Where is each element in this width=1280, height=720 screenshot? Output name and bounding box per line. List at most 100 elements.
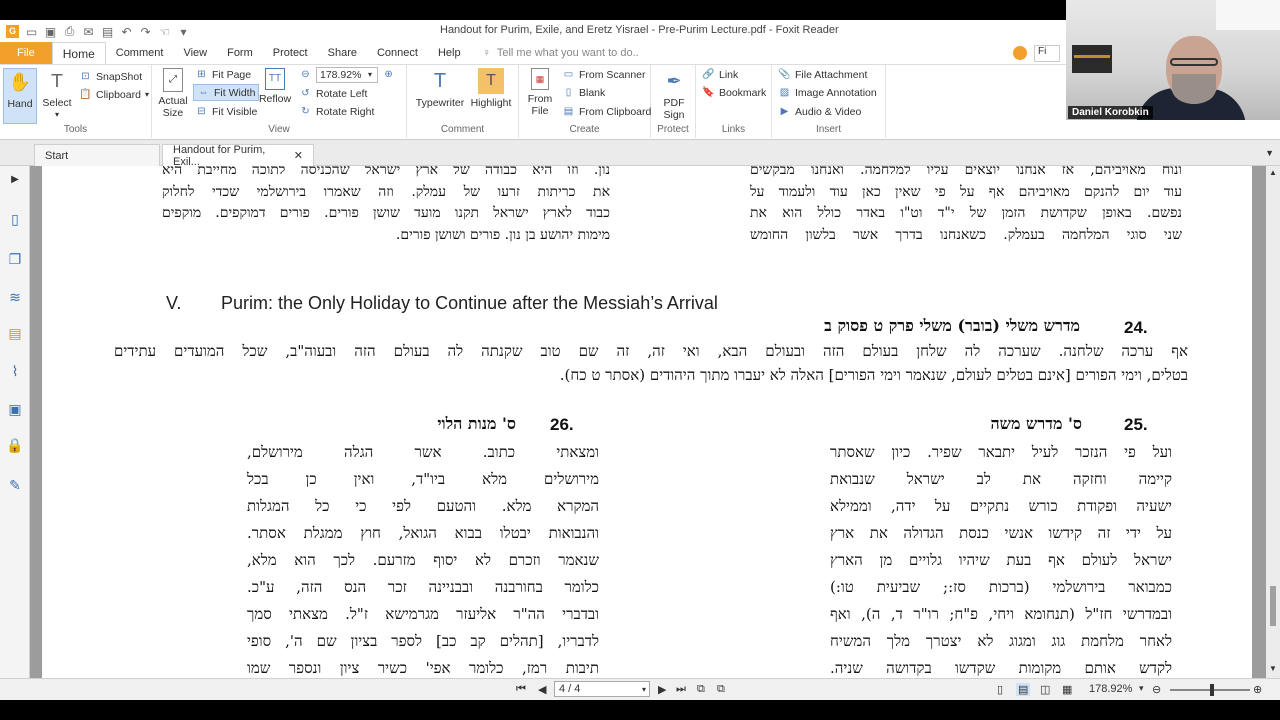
print-icon[interactable]: ⎙ <box>60 22 79 41</box>
text-line: לאחר מלחמת גוג ומגוג לא יצטרך מלך המשיח <box>830 632 1172 650</box>
zoom-dropdown-icon[interactable]: ▾ <box>1139 683 1144 694</box>
document-canvas[interactable]: נון. וזו היא כבודה של ארץ ישראל שהכניסה … <box>30 166 1266 678</box>
smiley-icon[interactable] <box>1013 46 1027 60</box>
scroll-thumb[interactable] <box>1270 586 1276 626</box>
clipboard-button[interactable]: 📋 Clipboard ▾ <box>79 86 149 103</box>
zoom-in-icon[interactable]: ⊕ <box>382 68 395 81</box>
rotate-right-button[interactable]: ↻ Rotate Right <box>299 103 374 120</box>
page-thumbnail-icon[interactable]: ▯ <box>6 210 24 228</box>
from-file-button[interactable]: ▦ From File <box>525 68 555 117</box>
customize-dropdown-icon[interactable]: ▾ <box>174 22 193 41</box>
rotate-left-button[interactable]: ↺ Rotate Left <box>299 85 367 102</box>
menu-share[interactable]: Share <box>318 42 367 64</box>
menu-view[interactable]: View <box>173 42 217 64</box>
menu-connect[interactable]: Connect <box>367 42 428 64</box>
pdf-sign-button[interactable]: ✒ PDF Sign <box>657 68 691 121</box>
previous-page-icon[interactable]: ◀ <box>538 683 546 696</box>
layers-icon[interactable]: ≋ <box>6 288 24 306</box>
hand-button[interactable]: ✋ Hand <box>3 68 37 124</box>
audio-video-button[interactable]: ▶ Audio & Video <box>778 103 862 120</box>
vertical-scrollbar[interactable]: ▲ ▼ <box>1266 166 1280 678</box>
tell-me-box[interactable]: ♀ Tell me what you want to do.. <box>483 42 639 64</box>
zoom-slider-thumb[interactable] <box>1210 684 1214 696</box>
expand-panel-icon[interactable]: ▶ <box>6 170 24 188</box>
ribbon-group-label-insert: Insert <box>815 124 841 135</box>
window-title: Handout for Purim, Exile, and Eretz Yisr… <box>440 24 839 36</box>
menu-help[interactable]: Help <box>428 42 471 64</box>
close-tab-icon[interactable]: ✕ <box>294 149 303 162</box>
undo-icon[interactable]: ↶ <box>117 22 136 41</box>
menu-form[interactable]: Form <box>217 42 263 64</box>
select-button[interactable]: 𝖳 Select ▾ <box>41 68 73 121</box>
pages-icon[interactable]: ❐ <box>6 250 24 268</box>
zoom-out-icon[interactable]: ⊖ <box>299 68 312 81</box>
clipboard-icon: 📋 <box>79 89 92 100</box>
continuous-page-icon[interactable]: ▤ <box>1016 683 1031 696</box>
bookmark-icon: 🔖 <box>702 87 715 98</box>
image-annotation-button[interactable]: ▨ Image Annotation <box>778 84 877 101</box>
text-line: שני סוגי המלחמה בעמלק. כשאנחנו בדרך אשר … <box>750 226 1182 243</box>
open-icon[interactable]: ▭ <box>22 22 41 41</box>
text-line: תיבות רמז, כלומר אפי' כשיר ציון ונספר שמ… <box>247 659 599 677</box>
reflow-button[interactable]: TT Reflow <box>258 68 292 105</box>
single-page-icon[interactable]: ▯ <box>997 683 1003 696</box>
tab-start[interactable]: Start <box>34 144 160 166</box>
page-dropdown-icon[interactable]: ▾ <box>642 685 646 694</box>
comments-icon[interactable]: ▤ <box>6 324 24 342</box>
security-lock-icon[interactable]: 🔒 <box>6 436 24 454</box>
top-left-column: נון. וזו היא כבודה של ארץ ישראל שהכניסה … <box>162 166 610 246</box>
next-view-icon[interactable]: ⧉ <box>717 683 725 696</box>
next-page-icon[interactable]: ▶ <box>658 683 666 696</box>
bookshelf-shape <box>1072 45 1112 73</box>
pdf-file-icon: ▦ <box>531 68 549 90</box>
first-page-icon[interactable]: ⏮ <box>516 683 526 696</box>
highlight-button[interactable]: T Highlight <box>469 68 513 109</box>
email-icon[interactable]: ✉ <box>79 22 98 41</box>
signature-pen-icon[interactable]: ✎ <box>6 476 24 494</box>
rotate-right-icon: ↻ <box>301 106 310 117</box>
tab-list-dropdown-icon[interactable]: ▼ <box>1265 148 1274 158</box>
zoom-out-icon[interactable]: ⊖ <box>1152 683 1161 696</box>
from-clipboard-button[interactable]: ▤ From Clipboard <box>562 103 652 120</box>
menu-file[interactable]: File <box>0 42 52 64</box>
snapshot-button[interactable]: ⊡ SnapShot <box>79 68 142 85</box>
text-line: שנאמר וזכרם לא יסוף מזרעם. לכך הוא מלא, <box>247 551 599 569</box>
scroll-down-icon[interactable]: ▼ <box>1269 664 1277 673</box>
from-scanner-button[interactable]: ▭ From Scanner <box>562 66 646 83</box>
fit-visible-button[interactable]: ⊟ Fit Visible <box>195 103 257 120</box>
blank-button[interactable]: ▯ Blank <box>562 84 606 101</box>
fit-width-button[interactable]: ⇔ Fit Width <box>193 84 260 101</box>
tab-document[interactable]: Handout for Purim, Exil... ✕ <box>162 144 314 168</box>
new-icon[interactable]: ▤ <box>98 22 117 41</box>
last-page-icon[interactable]: ⏭ <box>676 683 686 696</box>
previous-view-icon[interactable]: ⧉ <box>697 683 705 696</box>
actual-size-button[interactable]: ⤢ Actual Size <box>156 68 190 119</box>
continuous-facing-icon[interactable]: ▦ <box>1062 683 1072 696</box>
fit-page-button[interactable]: ⊞ Fit Page <box>195 66 251 83</box>
text-line: את כריתות זרעו של עמלק. וזה שאמרו בירושל… <box>162 183 610 200</box>
save-icon[interactable]: ▣ <box>41 22 60 41</box>
menu-protect[interactable]: Protect <box>263 42 318 64</box>
signature-panel-icon[interactable]: ▣ <box>6 400 24 418</box>
typewriter-button[interactable]: T Typewriter <box>415 68 465 109</box>
hand-tool-quick-icon[interactable]: ☜ <box>155 22 174 41</box>
bookmark-button[interactable]: 🔖 Bookmark <box>702 84 766 101</box>
ribbon-group-links: 🔗 Link 🔖 Bookmark Links <box>696 65 772 138</box>
attachment-icon[interactable]: ⌇ <box>6 362 24 380</box>
menu-home[interactable]: Home <box>51 42 106 64</box>
file-attachment-button[interactable]: 📎 File Attachment <box>778 66 867 83</box>
scroll-up-icon[interactable]: ▲ <box>1269 168 1277 177</box>
source-25-title: ס' מדרש משה <box>990 414 1082 433</box>
zoom-in-icon[interactable]: ⊕ <box>1253 683 1262 696</box>
facing-page-icon[interactable]: ◫ <box>1040 683 1050 696</box>
redo-icon[interactable]: ↷ <box>136 22 155 41</box>
link-button[interactable]: 🔗 Link <box>702 66 738 83</box>
search-find-icon[interactable]: Fi <box>1034 45 1060 62</box>
text-line: מימות יהושע בן נון. פורים ושושן פורים. <box>395 226 610 243</box>
blank-page-icon: ▯ <box>565 87 572 98</box>
zoom-dropdown-icon[interactable]: ▾ <box>368 70 372 79</box>
menu-comment[interactable]: Comment <box>106 42 174 64</box>
page-number-input[interactable]: 4 / 4 ▾ <box>554 681 650 697</box>
source-25-body: ועל פי הנזכר לעיל יתבאר שפיר. כיון שאסתר… <box>830 439 1172 678</box>
zoom-slider[interactable] <box>1170 684 1250 696</box>
